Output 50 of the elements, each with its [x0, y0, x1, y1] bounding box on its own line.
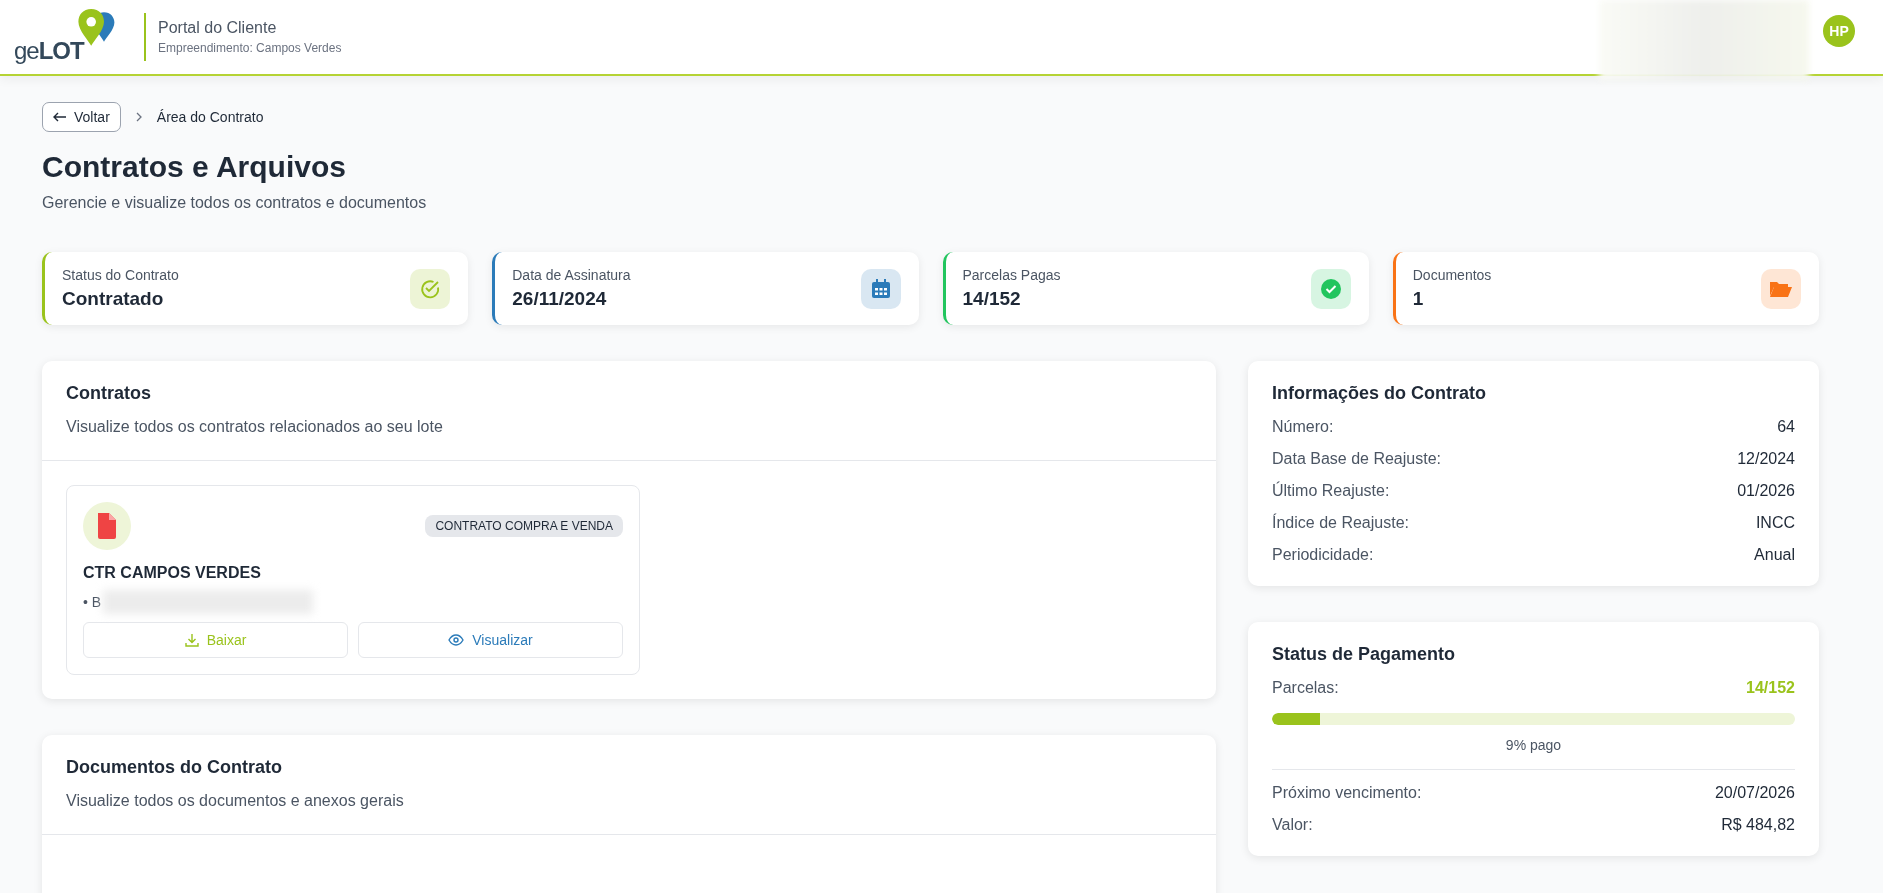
calendar-icon	[869, 277, 892, 300]
info-label: Valor:	[1272, 816, 1313, 834]
check-circle-icon	[1319, 277, 1342, 300]
card-subtitle: Visualize todos os contratos relacionados ao seu lote	[66, 418, 444, 436]
info-label: Parcelas:	[1272, 679, 1339, 697]
info-value: 20/07/2026	[1714, 784, 1795, 802]
card-subtitle: Visualize todos os documentos e anexos gerais	[66, 792, 405, 810]
installments-count: 14/152	[1746, 679, 1795, 697]
arrow-left-icon	[53, 112, 67, 122]
stat-label: Status do Contrato	[62, 267, 179, 283]
view-button[interactable]: Visualizar	[358, 622, 623, 658]
download-icon	[184, 633, 199, 647]
info-label: Data Base de Reajuste:	[1272, 450, 1441, 468]
pdf-file-icon	[96, 513, 118, 539]
breadcrumb-current: Área do Contrato	[156, 109, 264, 125]
stat-value: 1	[1412, 288, 1425, 310]
stat-value: Contratado	[62, 288, 165, 310]
stat-label: Data de Assinatura	[512, 267, 631, 283]
card-title: Contratos	[66, 383, 152, 404]
info-value: 64	[1777, 418, 1795, 436]
info-label: Número:	[1272, 418, 1334, 436]
card-title: Documentos do Contrato	[66, 757, 283, 778]
contract-type-tag: CONTRATO COMPRA E VENDA	[425, 515, 623, 537]
info-value: 12/2024	[1737, 450, 1795, 468]
progress-label: 9% pago	[1504, 737, 1563, 753]
info-label: Último Reajuste:	[1272, 482, 1390, 500]
info-label: Próximo vencimento:	[1272, 784, 1422, 802]
info-value: Anual	[1754, 546, 1795, 564]
page-subtitle: Gerencie e visualize todos os contratos e documentos	[42, 194, 428, 212]
stat-label: Documentos	[1412, 267, 1492, 283]
card-title: Status de Pagamento	[1272, 644, 1457, 665]
stat-value: 26/11/2024	[512, 288, 608, 310]
contract-name: CTR CAMPOS VERDES	[83, 564, 262, 582]
portal-title: Portal do Cliente	[158, 19, 278, 37]
stat-label: Parcelas Pagas	[962, 267, 1061, 283]
stat-value: 14/152	[962, 288, 1022, 310]
info-value: R$ 484,82	[1721, 816, 1795, 834]
info-value: INCC	[1755, 514, 1795, 532]
eye-icon	[448, 634, 465, 646]
back-button[interactable]: Voltar	[42, 102, 121, 132]
card-title: Informações do Contrato	[1272, 383, 1487, 404]
check-circle-icon	[419, 277, 442, 300]
logo[interactable]: geLOT	[14, 7, 126, 67]
info-label: Índice de Reajuste:	[1272, 514, 1409, 532]
project-name: Empreendimento: Campos Verdes	[158, 41, 342, 55]
info-label: Periodicidade:	[1272, 546, 1374, 564]
info-value: 01/2026	[1737, 482, 1795, 500]
page-title: Contratos e Arquivos	[42, 150, 347, 184]
chevron-right-icon	[134, 112, 143, 122]
contract-detail: • B	[83, 594, 102, 610]
